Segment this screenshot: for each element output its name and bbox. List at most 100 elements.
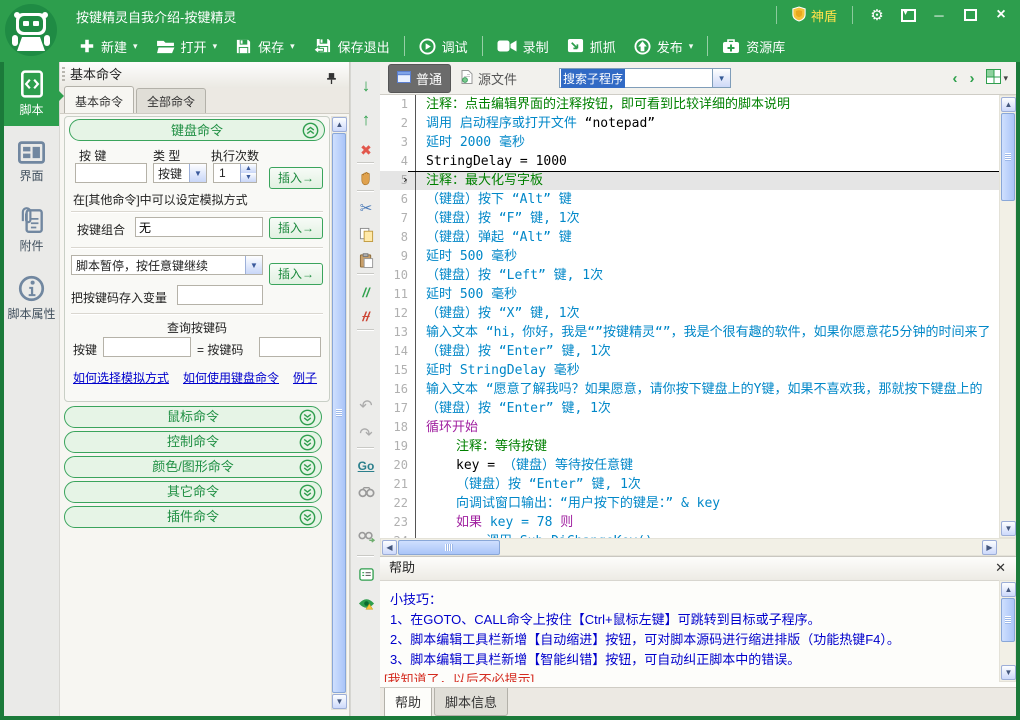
tab-script-info[interactable]: 脚本信息 xyxy=(434,688,508,716)
move-down-icon[interactable]: ↓ xyxy=(356,76,376,96)
mode-source-button[interactable]: 源文件 xyxy=(461,69,517,88)
nav-forward-icon[interactable]: › xyxy=(969,70,974,87)
tab-all-commands[interactable]: 全部命令 xyxy=(136,88,206,113)
find-next-icon[interactable] xyxy=(356,526,376,546)
code-line[interactable]: 22向调试窗口输出：“用户按下的键是：” & key xyxy=(380,494,1016,513)
delete-line-icon[interactable]: ✖ xyxy=(356,140,376,160)
code-line[interactable]: 6（键盘）按下 “Alt” 键 xyxy=(380,190,1016,209)
spin-down-icon[interactable]: ▼ xyxy=(241,173,256,182)
code-line[interactable]: 15延时 StringDelay 毫秒 xyxy=(380,361,1016,380)
query-keycode-input[interactable] xyxy=(259,337,321,357)
code-line[interactable]: 8（键盘）弹起 “Alt” 键 xyxy=(380,228,1016,247)
code-line[interactable]: 16输入文本 “愿意了解我吗？如果愿意，请你按下键盘上的Y键，如果不喜欢我，那就… xyxy=(380,380,1016,399)
debug-button[interactable]: 调试 xyxy=(410,33,477,60)
insert-key-button[interactable]: 插入→ xyxy=(269,167,323,189)
cut-icon[interactable]: ✂ xyxy=(356,198,376,218)
spin-up-icon[interactable]: ▲ xyxy=(241,164,256,173)
todo-list-icon[interactable] xyxy=(356,564,376,584)
scroll-down-icon[interactable]: ▼ xyxy=(1001,521,1016,536)
drag-handle-icon[interactable] xyxy=(62,67,65,83)
minimize-button[interactable]: ─ xyxy=(930,0,948,30)
group-control-commands[interactable]: 控制命令 xyxy=(64,431,322,453)
code-line[interactable]: 23如果 key = 78 则 xyxy=(380,513,1016,532)
sidebar-item-ui[interactable]: 界面 xyxy=(4,130,59,194)
maximize-button[interactable] xyxy=(961,0,979,30)
copy-icon[interactable] xyxy=(356,224,376,244)
expand-chevron-icon[interactable] xyxy=(299,459,316,482)
tab-help[interactable]: 帮助 xyxy=(384,688,432,718)
code-line[interactable]: 17（键盘）按 “Enter” 键, 1次 xyxy=(380,399,1016,418)
code-line[interactable]: 20key = （键盘）等待按任意键 xyxy=(380,456,1016,475)
query-key-input[interactable] xyxy=(103,337,191,357)
close-button[interactable]: × xyxy=(992,0,1010,30)
pause-hand-icon[interactable] xyxy=(356,168,376,188)
help-dismiss-link[interactable]: [我知道了，以后不必提示] xyxy=(380,670,999,682)
move-up-icon[interactable]: ↑ xyxy=(356,110,376,130)
group-color-graphic-commands[interactable]: 颜色/图形命令 xyxy=(64,456,322,478)
store-variable-input[interactable] xyxy=(177,285,263,305)
key-type-select[interactable]: 按键 ▼ xyxy=(153,163,207,183)
nav-back-icon[interactable]: ‹ xyxy=(952,70,957,87)
sidebar-item-script-props[interactable]: 脚本属性 xyxy=(4,266,59,330)
insert-combo-button[interactable]: 插入→ xyxy=(269,217,323,239)
resource-library-button[interactable]: 资源库 xyxy=(713,33,794,60)
shield-button[interactable]: 神盾 xyxy=(792,6,837,25)
expand-chevron-icon[interactable] xyxy=(299,509,316,532)
layout-view-button[interactable]: ▾ xyxy=(986,69,1008,87)
code-line[interactable]: 10（键盘）按 “Left” 键, 1次 xyxy=(380,266,1016,285)
group-mouse-commands[interactable]: 鼠标命令 xyxy=(64,406,322,428)
code-line[interactable]: 12（键盘）按 “X” 键, 1次 xyxy=(380,304,1016,323)
chevron-down-icon[interactable]: ▼ xyxy=(245,256,262,274)
scroll-left-icon[interactable]: ◀ xyxy=(382,540,397,555)
paste-icon[interactable] xyxy=(356,250,376,270)
subroutine-search-combobox[interactable]: 搜索子程序 ▼ xyxy=(559,68,731,88)
expand-chevron-icon[interactable] xyxy=(299,409,316,432)
scroll-down-icon[interactable]: ▼ xyxy=(332,694,347,709)
group-other-commands[interactable]: 其它命令 xyxy=(64,481,322,503)
code-line[interactable]: 7（键盘）按 “F” 键, 1次 xyxy=(380,209,1016,228)
sidebar-item-script[interactable]: 脚本 xyxy=(4,62,59,126)
close-icon[interactable]: ✕ xyxy=(995,557,1006,579)
scroll-up-icon[interactable]: ▲ xyxy=(1001,97,1016,112)
scrollbar-thumb[interactable] xyxy=(1001,113,1015,201)
scrollbar-thumb[interactable] xyxy=(1001,598,1015,642)
scroll-up-icon[interactable]: ▲ xyxy=(1001,582,1016,597)
goto-icon[interactable]: Go xyxy=(356,456,376,476)
publish-button[interactable]: 发布▾ xyxy=(625,33,703,60)
expand-chevron-icon[interactable] xyxy=(299,434,316,457)
key-input[interactable] xyxy=(75,163,147,183)
link-example[interactable]: 例子 xyxy=(293,369,317,386)
scroll-down-icon[interactable]: ▼ xyxy=(1001,665,1016,680)
collapse-chevron-icon[interactable] xyxy=(302,122,319,146)
link-how-choose-sim[interactable]: 如何选择模拟方式 xyxy=(73,369,169,386)
record-button[interactable]: 录制 xyxy=(488,33,558,60)
repeat-count-stepper[interactable]: 1 ▲▼ xyxy=(213,163,257,183)
group-plugin-commands[interactable]: 插件命令 xyxy=(64,506,322,528)
key-combo-input[interactable] xyxy=(135,217,263,237)
settings-gear-icon[interactable]: ⚙ xyxy=(868,0,886,30)
expand-chevron-icon[interactable] xyxy=(299,484,316,507)
tab-basic-commands[interactable]: 基本命令 xyxy=(64,86,134,113)
uncomment-icon[interactable]: // xyxy=(356,306,376,326)
chevron-down-icon[interactable]: ▼ xyxy=(189,164,206,182)
window-menu-icon[interactable] xyxy=(899,0,917,30)
code-line[interactable]: 9延时 500 毫秒 xyxy=(380,247,1016,266)
new-button[interactable]: 新建▾ xyxy=(70,33,147,60)
scrollbar-thumb[interactable] xyxy=(332,133,346,693)
code-line[interactable]: 19注释：等待按键 xyxy=(380,437,1016,456)
code-line[interactable]: 2调用 启动程序或打开文件 “notepad” xyxy=(380,114,1016,133)
save-button[interactable]: 保存▾ xyxy=(226,33,304,60)
code-line[interactable]: 21（键盘）按 “Enter” 键, 1次 xyxy=(380,475,1016,494)
undo-icon[interactable]: ↶ xyxy=(356,396,376,416)
find-icon[interactable] xyxy=(356,482,376,502)
comment-icon[interactable]: // xyxy=(356,282,376,302)
code-editor[interactable]: 1注释：点击编辑界面的注释按钮，即可看到比较详细的脚本说明2调用 启动程序或打开… xyxy=(380,95,1016,538)
open-button[interactable]: 打开▾ xyxy=(147,33,227,60)
keyboard-group-header[interactable]: 键盘命令 xyxy=(69,119,325,141)
sidebar-item-attachment[interactable]: 附件 xyxy=(4,198,59,262)
code-line[interactable]: 4StringDelay = 1000 xyxy=(380,152,1016,171)
scroll-right-icon[interactable]: ▶ xyxy=(982,540,997,555)
syntax-check-icon[interactable] xyxy=(356,594,376,614)
pause-option-select[interactable]: 脚本暂停，按任意键继续 ▼ xyxy=(71,255,263,275)
code-line[interactable]: 13输入文本 “hi，你好，我是“”按键精灵“”，我是个很有趣的软件，如果你愿意… xyxy=(380,323,1016,342)
